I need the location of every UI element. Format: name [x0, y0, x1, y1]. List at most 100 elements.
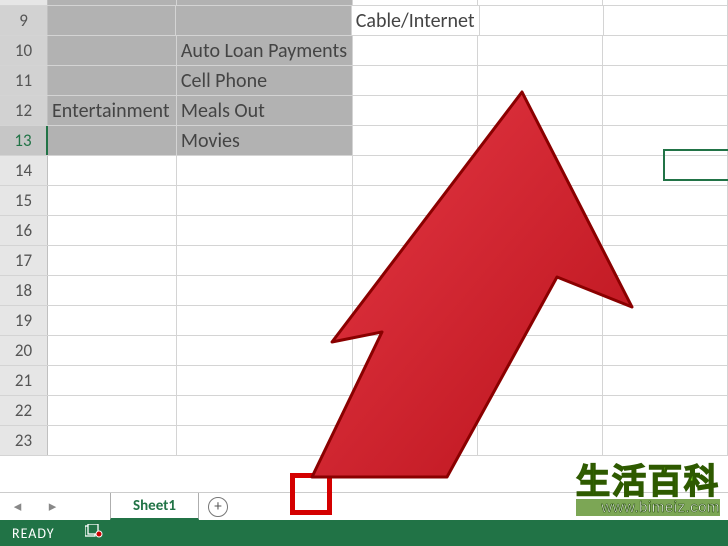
- cell[interactable]: [478, 396, 603, 425]
- cell[interactable]: [603, 246, 728, 275]
- cell[interactable]: [603, 0, 728, 5]
- row-header[interactable]: 11: [0, 66, 48, 95]
- tab-prev-icon[interactable]: ◂: [14, 497, 22, 516]
- cell[interactable]: [603, 186, 728, 215]
- cell[interactable]: [48, 306, 177, 335]
- row-header[interactable]: 17: [0, 246, 48, 275]
- cell[interactable]: [177, 306, 353, 335]
- cell[interactable]: [604, 6, 728, 35]
- cell[interactable]: [478, 126, 603, 155]
- spreadsheet-grid[interactable]: Phone 9 Cable/Internet 10 Auto Loan Payments…: [0, 0, 728, 492]
- cell[interactable]: [177, 0, 353, 5]
- cell[interactable]: Cable/Internet: [352, 6, 480, 35]
- row-header[interactable]: 23: [0, 426, 48, 455]
- cell[interactable]: [478, 336, 603, 365]
- cell[interactable]: [478, 306, 603, 335]
- cell[interactable]: [603, 366, 728, 395]
- row-header[interactable]: 19: [0, 306, 48, 335]
- sheet-tab-active[interactable]: Sheet1: [110, 493, 199, 520]
- cell[interactable]: Movies: [177, 126, 353, 155]
- row-header[interactable]: 16: [0, 216, 48, 245]
- row-header[interactable]: 12: [0, 96, 48, 125]
- cell[interactable]: Cell Phone: [177, 66, 353, 95]
- cell[interactable]: [48, 36, 177, 65]
- cell[interactable]: [353, 186, 478, 215]
- cell[interactable]: [177, 426, 353, 455]
- cell[interactable]: [603, 396, 728, 425]
- cell[interactable]: Phone: [353, 0, 478, 5]
- cell[interactable]: [48, 126, 177, 155]
- cell[interactable]: [353, 246, 478, 275]
- cell[interactable]: [48, 216, 177, 245]
- cell[interactable]: [353, 96, 478, 125]
- cell[interactable]: [478, 246, 603, 275]
- cell[interactable]: [603, 426, 728, 455]
- row-header[interactable]: [0, 0, 48, 5]
- cell[interactable]: [177, 336, 353, 365]
- tab-next-icon[interactable]: ▸: [49, 497, 57, 516]
- cell[interactable]: [48, 246, 177, 275]
- cell[interactable]: [48, 156, 177, 185]
- cell[interactable]: [48, 396, 177, 425]
- cell[interactable]: [353, 366, 478, 395]
- cell[interactable]: [478, 276, 603, 305]
- cell[interactable]: [177, 366, 353, 395]
- row-header[interactable]: 20: [0, 336, 48, 365]
- cell[interactable]: [177, 156, 353, 185]
- cell[interactable]: [480, 6, 604, 35]
- cell[interactable]: [478, 426, 603, 455]
- cell[interactable]: [478, 0, 603, 5]
- cell[interactable]: Auto Loan Payments: [177, 36, 353, 65]
- cell[interactable]: [478, 66, 603, 95]
- cell[interactable]: [603, 36, 728, 65]
- row-header[interactable]: 9: [0, 6, 48, 35]
- cell[interactable]: [176, 6, 352, 35]
- cell[interactable]: [478, 186, 603, 215]
- cell[interactable]: Meals Out: [177, 96, 353, 125]
- cell[interactable]: [478, 156, 603, 185]
- add-sheet-button[interactable]: +: [205, 494, 231, 520]
- cell[interactable]: [478, 36, 603, 65]
- cell[interactable]: [48, 276, 177, 305]
- cell[interactable]: [603, 336, 728, 365]
- cell[interactable]: [353, 306, 478, 335]
- cell[interactable]: [603, 216, 728, 245]
- cell[interactable]: [48, 0, 177, 5]
- cell[interactable]: [478, 216, 603, 245]
- cell[interactable]: [353, 396, 478, 425]
- cell[interactable]: [177, 396, 353, 425]
- cell[interactable]: [603, 96, 728, 125]
- cell[interactable]: [48, 6, 176, 35]
- row-header[interactable]: 13: [0, 126, 48, 155]
- row-header[interactable]: 15: [0, 186, 48, 215]
- cell[interactable]: [353, 156, 478, 185]
- cell[interactable]: [353, 216, 478, 245]
- cell[interactable]: [48, 366, 177, 395]
- row-header[interactable]: 18: [0, 276, 48, 305]
- cell[interactable]: [177, 216, 353, 245]
- cell[interactable]: [603, 66, 728, 95]
- row-header[interactable]: 22: [0, 396, 48, 425]
- row-header[interactable]: 14: [0, 156, 48, 185]
- cell[interactable]: [48, 66, 177, 95]
- cell[interactable]: [603, 276, 728, 305]
- cell[interactable]: Entertainment: [48, 96, 177, 125]
- cell[interactable]: [177, 276, 353, 305]
- macro-record-icon[interactable]: [85, 524, 103, 542]
- cell[interactable]: [353, 276, 478, 305]
- cell[interactable]: [353, 426, 478, 455]
- cell[interactable]: [48, 426, 177, 455]
- cell[interactable]: [177, 186, 353, 215]
- cell[interactable]: [353, 126, 478, 155]
- row-header[interactable]: 21: [0, 366, 48, 395]
- cell[interactable]: [353, 66, 478, 95]
- cell[interactable]: [478, 366, 603, 395]
- cell[interactable]: [353, 336, 478, 365]
- cell[interactable]: [603, 306, 728, 335]
- cell[interactable]: [353, 36, 478, 65]
- cell[interactable]: [48, 336, 177, 365]
- cell[interactable]: [478, 96, 603, 125]
- cell[interactable]: [48, 186, 177, 215]
- cell[interactable]: [177, 246, 353, 275]
- row-header[interactable]: 10: [0, 36, 48, 65]
